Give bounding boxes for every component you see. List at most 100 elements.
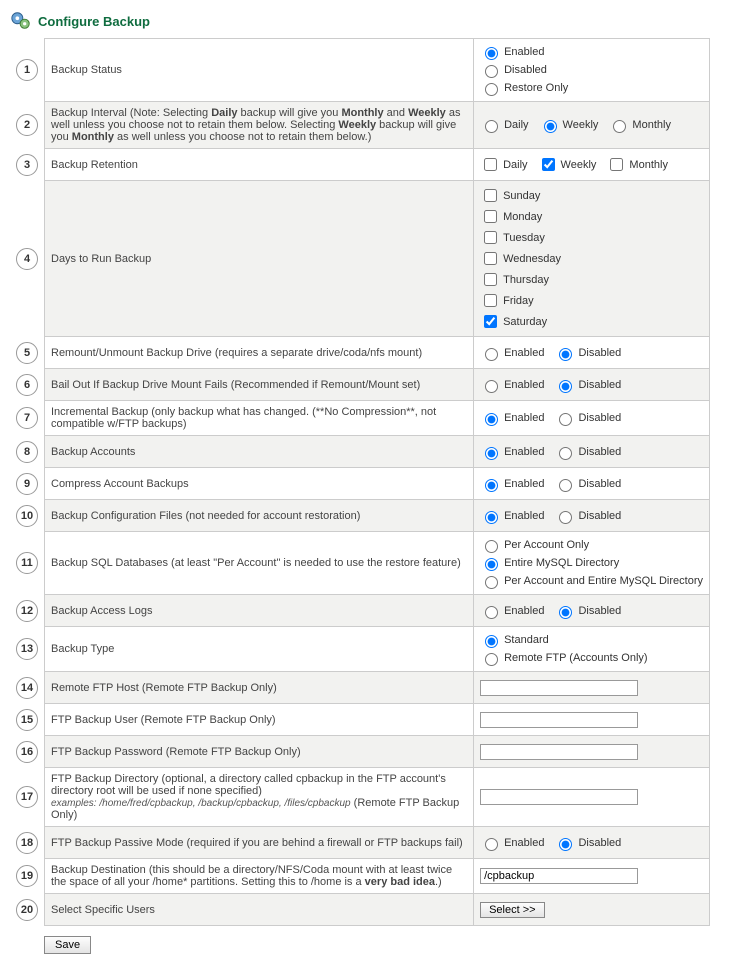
checkbox-input[interactable]	[484, 158, 497, 171]
checkbox-option[interactable]: Weekly	[538, 155, 597, 174]
radio-input[interactable]	[485, 65, 498, 78]
checkbox-input[interactable]	[484, 252, 497, 265]
checkbox-option[interactable]: Wednesday	[480, 249, 703, 268]
checkbox-input[interactable]	[484, 231, 497, 244]
radio-input[interactable]	[485, 479, 498, 492]
text-input[interactable]	[480, 789, 638, 805]
text-input[interactable]	[480, 744, 638, 760]
row-label: Backup Configuration Files (not needed f…	[45, 500, 474, 532]
row-value: Enabled Disabled	[474, 468, 710, 500]
save-button[interactable]: Save	[44, 936, 91, 954]
radio-input[interactable]	[559, 380, 572, 393]
radio-option[interactable]: Disabled	[554, 476, 621, 492]
row-number: 17	[10, 768, 45, 827]
checkbox-option[interactable]: Monthly	[606, 155, 668, 174]
checkbox-option[interactable]: Sunday	[480, 186, 703, 205]
text-input[interactable]	[480, 680, 638, 696]
radio-option[interactable]: Weekly	[539, 117, 599, 133]
radio-option[interactable]: Enabled	[480, 508, 544, 524]
radio-option[interactable]: Enabled	[480, 603, 544, 619]
radio-input[interactable]	[485, 653, 498, 666]
option-label: Disabled	[504, 64, 547, 76]
radio-input[interactable]	[544, 120, 557, 133]
checkbox-option[interactable]: Thursday	[480, 270, 703, 289]
row-value: Enabled Disabled	[474, 595, 710, 627]
radio-option[interactable]: Disabled	[554, 444, 621, 460]
radio-option[interactable]: Enabled	[480, 377, 544, 393]
checkbox-input[interactable]	[484, 315, 497, 328]
radio-input[interactable]	[485, 380, 498, 393]
checkbox-option[interactable]: Daily	[480, 155, 527, 174]
row-number-badge: 16	[16, 741, 38, 763]
radio-option[interactable]: Disabled	[554, 603, 621, 619]
radio-input[interactable]	[559, 511, 572, 524]
radio-input[interactable]	[485, 511, 498, 524]
radio-option[interactable]: Disabled	[554, 508, 621, 524]
row-number-badge: 11	[16, 552, 38, 574]
radio-input[interactable]	[485, 838, 498, 851]
checkbox-option[interactable]: Saturday	[480, 312, 703, 331]
radio-input[interactable]	[485, 348, 498, 361]
option-label: Disabled	[578, 605, 621, 617]
row-number-badge: 20	[16, 899, 38, 921]
radio-input[interactable]	[485, 576, 498, 589]
row-value: Enabled Disabled	[474, 500, 710, 532]
checkbox-input[interactable]	[484, 189, 497, 202]
radio-option[interactable]: Disabled	[480, 62, 703, 78]
radio-input[interactable]	[613, 120, 626, 133]
row-number: 10	[10, 500, 45, 532]
radio-option[interactable]: Daily	[480, 117, 528, 133]
row-label: Days to Run Backup	[45, 181, 474, 337]
checkbox-input[interactable]	[484, 273, 497, 286]
radio-input[interactable]	[559, 838, 572, 851]
radio-input[interactable]	[485, 447, 498, 460]
radio-input[interactable]	[485, 635, 498, 648]
radio-option[interactable]: Monthly	[608, 117, 671, 133]
radio-input[interactable]	[485, 540, 498, 553]
radio-input[interactable]	[485, 413, 498, 426]
checkbox-input[interactable]	[484, 294, 497, 307]
text-input[interactable]	[480, 712, 638, 728]
radio-option[interactable]: Enabled	[480, 835, 544, 851]
text-input[interactable]	[480, 868, 638, 884]
radio-option[interactable]: Standard	[480, 632, 703, 648]
radio-input[interactable]	[559, 447, 572, 460]
checkbox-option[interactable]: Monday	[480, 207, 703, 226]
checkbox-input[interactable]	[484, 210, 497, 223]
select-users-button[interactable]: Select >>	[480, 902, 544, 918]
radio-option[interactable]: Disabled	[554, 377, 621, 393]
radio-option[interactable]: Entire MySQL Directory	[480, 555, 703, 571]
radio-option[interactable]: Disabled	[554, 835, 621, 851]
radio-input[interactable]	[485, 83, 498, 96]
radio-input[interactable]	[559, 413, 572, 426]
radio-option[interactable]: Enabled	[480, 44, 703, 60]
radio-option[interactable]: Disabled	[554, 345, 621, 361]
row-label: FTP Backup Password (Remote FTP Backup O…	[45, 736, 474, 768]
radio-input[interactable]	[485, 558, 498, 571]
radio-input[interactable]	[559, 479, 572, 492]
option-label: Sunday	[503, 190, 540, 202]
checkbox-option[interactable]: Tuesday	[480, 228, 703, 247]
radio-option[interactable]: Per Account Only	[480, 537, 703, 553]
radio-option[interactable]: Enabled	[480, 476, 544, 492]
radio-option[interactable]: Enabled	[480, 410, 544, 426]
radio-option[interactable]: Remote FTP (Accounts Only)	[480, 650, 703, 666]
row-label: Backup SQL Databases (at least "Per Acco…	[45, 532, 474, 595]
radio-input[interactable]	[559, 606, 572, 619]
radio-option[interactable]: Restore Only	[480, 80, 703, 96]
radio-input[interactable]	[559, 348, 572, 361]
radio-input[interactable]	[485, 120, 498, 133]
option-label: Weekly	[561, 159, 597, 171]
row-number: 15	[10, 704, 45, 736]
radio-option[interactable]: Per Account and Entire MySQL Directory	[480, 573, 703, 589]
option-label: Disabled	[578, 510, 621, 522]
radio-option[interactable]: Enabled	[480, 444, 544, 460]
radio-option[interactable]: Enabled	[480, 345, 544, 361]
radio-option[interactable]: Disabled	[554, 410, 621, 426]
checkbox-input[interactable]	[610, 158, 623, 171]
checkbox-input[interactable]	[542, 158, 555, 171]
option-label: Weekly	[563, 119, 599, 131]
radio-input[interactable]	[485, 606, 498, 619]
checkbox-option[interactable]: Friday	[480, 291, 703, 310]
radio-input[interactable]	[485, 47, 498, 60]
